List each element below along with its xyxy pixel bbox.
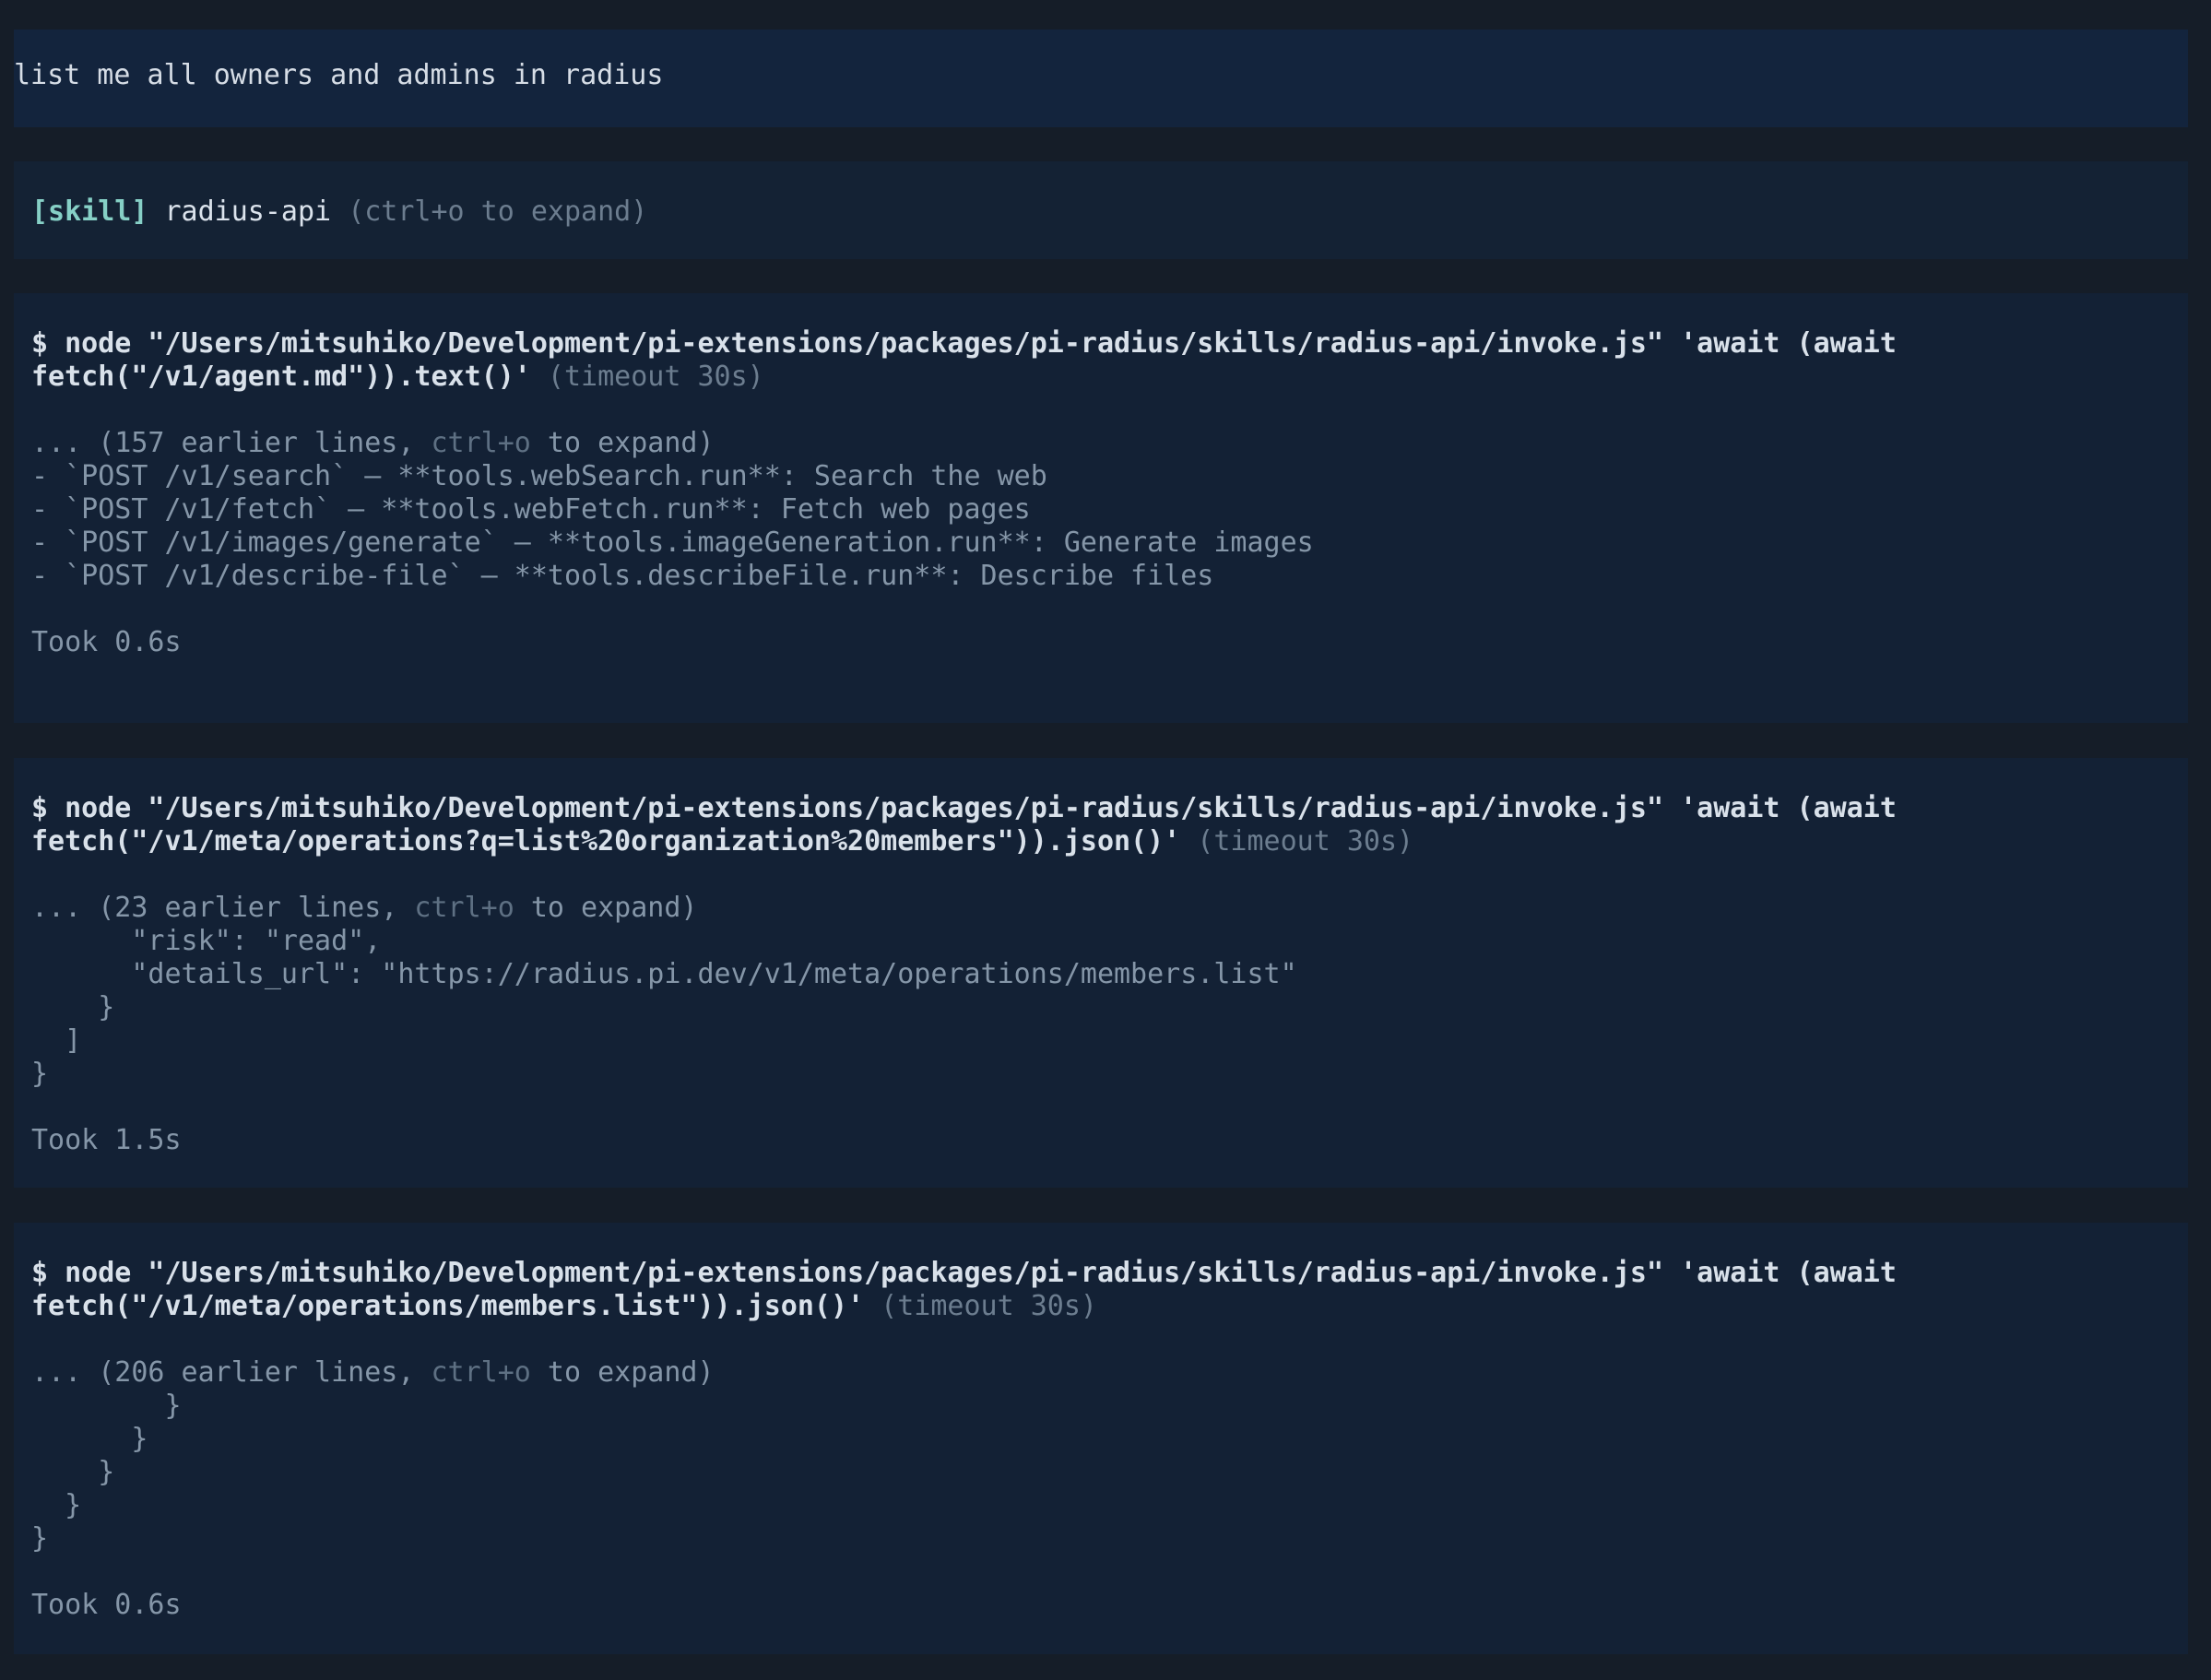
output-line: } [31, 1423, 148, 1455]
tool-call-1[interactable]: $ node "/Users/mitsuhiko/Development/pi-… [14, 293, 2188, 723]
output-line: - `POST /v1/search` — **tools.webSearch.… [31, 460, 1047, 492]
skill-tag: [skill] [31, 195, 148, 228]
skill-name: radius-api [164, 195, 332, 228]
output-line: - `POST /v1/describe-file` — **tools.des… [31, 560, 1214, 592]
tool-command: $ node "/Users/mitsuhiko/Development/pi-… [31, 1257, 1897, 1289]
output-line: - `POST /v1/images/generate` — **tools.i… [31, 526, 1314, 559]
skill-block[interactable]: [skill] radius-api (ctrl+o to expand) [14, 161, 2188, 259]
earlier-lines-hint[interactable]: ... (23 earlier lines, ctrl+o to expand) [31, 892, 2188, 925]
output-line: } [31, 1390, 182, 1422]
skill-expand-hint: (ctrl+o to expand) [348, 195, 648, 228]
tool-command: $ node "/Users/mitsuhiko/Development/pi-… [31, 792, 1897, 824]
tool-call-2[interactable]: $ node "/Users/mitsuhiko/Development/pi-… [14, 758, 2188, 1188]
tool-command-cont: fetch("/v1/meta/operations?q=list%20orga… [31, 825, 1414, 858]
tool-duration: Took 0.6s [31, 1589, 182, 1621]
output-line: } [31, 991, 115, 1023]
tool-duration: Took 0.6s [31, 626, 182, 658]
tool-timeout: (timeout 30s) [530, 361, 764, 393]
tool-call-3[interactable]: $ node "/Users/mitsuhiko/Development/pi-… [14, 1223, 2188, 1654]
tool-timeout: (timeout 30s) [864, 1290, 1097, 1322]
tool-command: $ node "/Users/mitsuhiko/Development/pi-… [31, 327, 1897, 360]
earlier-lines-hint[interactable]: ... (157 earlier lines, ctrl+o to expand… [31, 427, 2188, 460]
tool-command-cont: fetch("/v1/meta/operations/members.list"… [31, 1290, 1097, 1322]
user-message-text: list me all owners and admins in radius [14, 59, 664, 91]
output-line: } [31, 1456, 115, 1488]
output-line: } [31, 1058, 49, 1090]
output-line: } [31, 1489, 82, 1521]
tool-command-cont: fetch("/v1/agent.md")).text()' (timeout … [31, 361, 764, 393]
output-line: - `POST /v1/fetch` — **tools.webFetch.ru… [31, 493, 1031, 526]
user-message: list me all owners and admins in radius [14, 30, 2188, 127]
output-line: } [31, 1522, 49, 1555]
tool-duration: Took 1.5s [31, 1124, 182, 1156]
tool-timeout: (timeout 30s) [1180, 825, 1414, 858]
output-line: "risk": "read", [31, 925, 382, 957]
earlier-lines-hint[interactable]: ... (206 earlier lines, ctrl+o to expand… [31, 1356, 2188, 1390]
output-line: "details_url": "https://radius.pi.dev/v1… [31, 958, 1297, 990]
output-line: ] [31, 1024, 82, 1057]
